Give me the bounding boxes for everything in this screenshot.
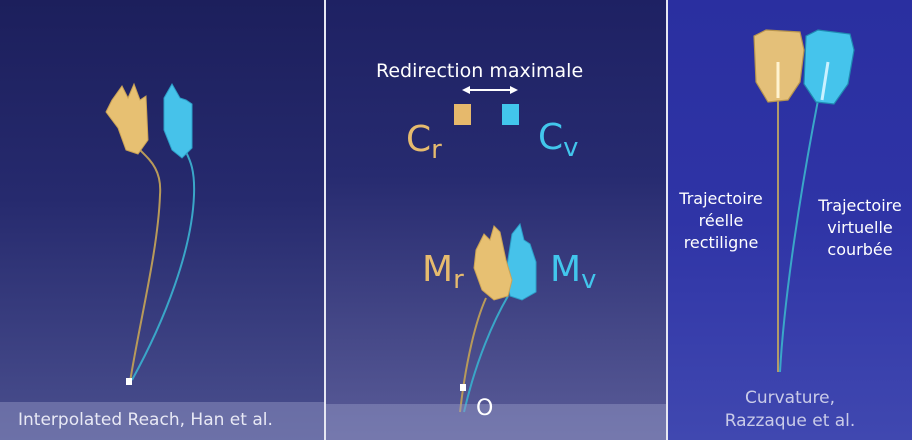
arrow-head-left <box>462 86 470 94</box>
virtual-label-line1: Trajectoire <box>818 196 902 215</box>
arrow-head-right <box>510 86 518 94</box>
caption-right-line1: Curvature, <box>744 388 836 408</box>
real-trajectory-middle <box>459 297 487 413</box>
mv-sub: v <box>581 265 597 296</box>
caption-right-line2: Razzaque et al. <box>724 411 856 431</box>
real-hand-middle <box>473 225 513 301</box>
real-trajectory-label: Trajectoire réelle rectiligne <box>674 188 768 254</box>
cr-sub: r <box>431 135 442 166</box>
cv-main: C <box>538 117 564 158</box>
mr-main: M <box>422 249 454 290</box>
figure: Interpolated Reach, Han et al. Redirecti… <box>0 0 912 440</box>
virtual-target-cube <box>502 104 519 125</box>
virtual-trajectory-label: Trajectoire virtuelle courbée <box>808 195 912 261</box>
virtual-label-line2: virtuelle <box>827 218 893 237</box>
caption-right: Curvature, Razzaque et al. <box>668 387 912 433</box>
origin-label: O <box>476 396 494 421</box>
virtual-hand-right <box>803 29 855 105</box>
mr-sub: r <box>453 265 464 296</box>
real-label-line1: Trajectoire <box>679 189 763 208</box>
virtual-label-line3: courbée <box>827 240 893 259</box>
panel-curvature: Trajectoire réelle rectiligne Trajectoir… <box>668 0 912 440</box>
real-label-line2: réelle <box>698 211 744 230</box>
panel-redirection: Redirection maximale Cr Cv Mr Mv O <box>326 0 666 440</box>
caption-left: Interpolated Reach, Han et al. <box>18 410 273 430</box>
left-scene <box>105 82 196 385</box>
origin-marker-middle <box>460 384 466 391</box>
symbol-cr: Cr <box>406 119 442 164</box>
real-label-line3: rectiligne <box>683 233 759 252</box>
virtual-hand-left <box>163 82 193 159</box>
virtual-trajectory-middle <box>463 295 509 413</box>
cr-main: C <box>406 119 432 160</box>
symbol-cv: Cv <box>538 117 578 162</box>
caption-bar-middle <box>326 404 666 440</box>
real-hand-left <box>105 82 149 155</box>
symbol-mv: Mv <box>550 249 596 294</box>
real-trajectory-left <box>129 149 162 383</box>
virtual-trajectory-left <box>131 151 196 381</box>
cv-sub: v <box>563 133 579 164</box>
mv-main: M <box>550 249 582 290</box>
real-hand-right <box>753 29 805 103</box>
redirection-title: Redirection maximale <box>376 60 584 82</box>
virtual-hand-middle <box>505 222 537 301</box>
panel-interpolated-reach: Interpolated Reach, Han et al. <box>0 0 324 440</box>
real-target-cube <box>454 104 471 125</box>
origin-marker-left <box>126 378 132 385</box>
symbol-mr: Mr <box>422 249 464 294</box>
